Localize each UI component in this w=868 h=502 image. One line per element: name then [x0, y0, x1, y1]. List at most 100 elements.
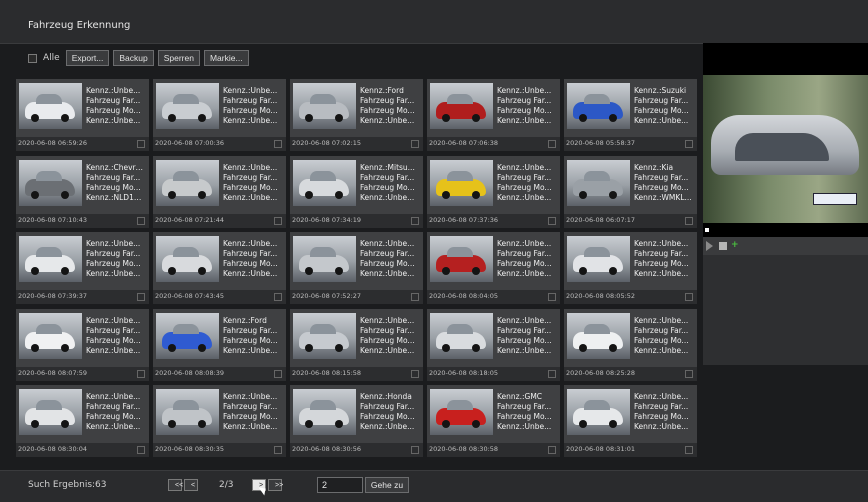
- vehicle-info: Kennz.:Unbe... Fahrzeug Far... Fahrzeug Mo…: [223, 163, 283, 203]
- tile-checkbox[interactable]: [685, 369, 693, 378]
- tile-checkbox[interactable]: [685, 446, 693, 454]
- result-tile[interactable]: Kennz.:Unbe... Fahrzeug Far... Fahrzeug Mo…: [427, 79, 560, 151]
- go-to-page-button[interactable]: Gehe zu: [365, 477, 409, 493]
- tile-checkbox[interactable]: [411, 293, 419, 301]
- result-tile[interactable]: Kennz.:Unbe... Fahrzeug Far... Fahrzeug Mo…: [290, 308, 423, 381]
- tile-footer: 2020-06-08 08:04:05: [427, 290, 560, 304]
- tile-checkbox[interactable]: [137, 216, 145, 225]
- tile-footer: 2020-06-08 08:05:52: [564, 290, 697, 304]
- export-button[interactable]: Export...: [65, 50, 110, 66]
- result-tile[interactable]: Kennz.:Unbe... Fahrzeug Far... Fahrzeug Mo…: [16, 232, 149, 304]
- add-icon[interactable]: +: [731, 240, 739, 250]
- tile-checkbox[interactable]: [274, 369, 282, 378]
- vehicle-model: Fahrzeug Mo...: [360, 335, 415, 345]
- tile-checkbox[interactable]: [548, 369, 556, 378]
- last-page-button[interactable]: >>: [268, 479, 283, 491]
- select-all-checkbox[interactable]: [28, 53, 37, 63]
- result-tile[interactable]: Kennz.:Unbe... Fahrzeug Far... Fahrzeug Mo…: [16, 79, 149, 151]
- wheel-icon: [609, 343, 617, 352]
- wheel-icon: [472, 343, 480, 352]
- result-tile[interactable]: Kennz.:Ford Fahrzeug Far... Fahrzeug Mo...…: [153, 308, 286, 381]
- wheel-icon: [442, 190, 450, 199]
- vehicle-info: Kennz.:Mitsu... Fahrzeug Far... Fahrzeug M…: [360, 163, 420, 203]
- prev-page-button[interactable]: <: [184, 479, 198, 491]
- result-tile[interactable]: Kennz.:Unbe... Fahrzeug Far... Fahrzeug Mo…: [153, 385, 286, 457]
- lock-button[interactable]: Sperren: [157, 50, 200, 66]
- timestamp: 2020-06-08 07:43:45: [155, 292, 225, 300]
- tile-footer: 2020-06-08 07:37:36: [427, 213, 560, 228]
- tile-checkbox[interactable]: [274, 216, 282, 225]
- vehicle-info: Kennz.:Unbe... Fahrzeug Far... Fahrzeug Mo…: [497, 316, 557, 356]
- result-tile[interactable]: Kennz.:Chevrolet Fahrzeug Far... Fahrzeug …: [16, 155, 149, 228]
- tile-checkbox[interactable]: [548, 293, 556, 301]
- preview-panel: +: [703, 43, 868, 365]
- result-tile[interactable]: Kennz.:GMC Fahrzeug Far... Fahrzeug Mo... K…: [427, 385, 560, 457]
- results-grid: Kennz.:Unbe... Fahrzeug Far... Fahrzeug Mo…: [16, 79, 700, 457]
- vehicle-info: Kennz.:Unbe... Fahrzeug Far... Fahrzeug Mo…: [497, 239, 557, 279]
- result-tile[interactable]: Kennz.:Unbe... Fahrzeug Far... Fahrzeug Mo…: [427, 308, 560, 381]
- vehicle-brand: Kennz.:WMKL...: [634, 192, 692, 202]
- vehicle-color: Fahrzeug Far...: [86, 96, 141, 105]
- tile-checkbox[interactable]: [548, 140, 556, 148]
- tile-checkbox[interactable]: [548, 446, 556, 454]
- vehicle-thumbnail: [430, 236, 493, 282]
- stop-icon[interactable]: [719, 242, 727, 250]
- result-tile[interactable]: Kennz.:Mitsu... Fahrzeug Far... Fahrzeug M…: [290, 155, 423, 228]
- tile-checkbox[interactable]: [137, 446, 145, 454]
- page-number-input[interactable]: [317, 477, 363, 493]
- result-tile[interactable]: Kennz.:Unbe... Fahrzeug Far... Fahrzeug Mo…: [290, 232, 423, 304]
- wheel-icon: [198, 114, 206, 122]
- tile-checkbox[interactable]: [548, 216, 556, 225]
- tile-checkbox[interactable]: [274, 140, 282, 148]
- play-icon[interactable]: [706, 241, 713, 251]
- timestamp: 2020-06-08 07:39:37: [18, 292, 88, 300]
- result-tile[interactable]: Kennz.:Kia Fahrzeug Far... Fahrzeug Mo... K…: [564, 155, 697, 228]
- tile-checkbox[interactable]: [137, 140, 145, 148]
- result-tile[interactable]: Kennz.:Unbe... Fahrzeug Far... Fahrzeug Mo…: [564, 232, 697, 304]
- preview-license-plate: [813, 193, 857, 205]
- wheel-icon: [31, 114, 39, 122]
- result-tile[interactable]: Kennz.:Unbe... Fahrzeug Far... Fahrzeug Mo…: [153, 79, 286, 151]
- vehicle-brand: Kennz.:Unbe...: [497, 269, 552, 278]
- result-tile[interactable]: Kennz.:Unbe... Fahrzeug Far... Fahrzeug Mo…: [16, 385, 149, 457]
- vehicle-plate: Kennz.:Unbe...: [634, 392, 689, 401]
- tile-checkbox[interactable]: [411, 369, 419, 378]
- result-tile[interactable]: Kennz.:Unbe... Fahrzeug Far... Fahrzeug Mo…: [153, 155, 286, 228]
- vehicle-plate: Kennz.:Unbe...: [497, 315, 552, 325]
- result-tile[interactable]: Kennz.:Ford Fahrzeug Far... Fahrzeug Mo...…: [290, 79, 423, 151]
- timestamp: 2020-06-08 07:34:19: [292, 215, 362, 224]
- vehicle-thumbnail: [156, 159, 219, 206]
- result-tile[interactable]: Kennz.:Honda Fahrzeug Far... Fahrzeug Mo..…: [290, 385, 423, 457]
- result-tile[interactable]: Kennz.:Unbe... Fahrzeug Far... Fahrzeug Mo…: [564, 308, 697, 381]
- result-tile[interactable]: Kennz.:Unbe... Fahrzeug Far... Fahrzeug Mo…: [564, 385, 697, 457]
- timestamp: 2020-06-08 08:05:52: [566, 292, 636, 300]
- first-page-button[interactable]: <<: [168, 479, 183, 491]
- tile-footer: 2020-06-08 08:08:39: [153, 366, 286, 381]
- result-tile[interactable]: Kennz.:Unbe... Fahrzeug Far... Fahrzeug Mo…: [153, 232, 286, 304]
- result-tile[interactable]: Kennz.:Suzuki Fahrzeug Far... Fahrzeug Mo.…: [564, 79, 697, 151]
- tile-checkbox[interactable]: [137, 369, 145, 378]
- wheel-icon: [31, 190, 39, 199]
- tile-checkbox[interactable]: [274, 293, 282, 301]
- mark-button[interactable]: Markie...: [203, 50, 249, 66]
- vehicle-plate: Kennz.:Unbe...: [497, 86, 552, 95]
- timestamp: 2020-06-08 07:21:44: [155, 215, 225, 224]
- tile-checkbox[interactable]: [411, 446, 419, 454]
- timestamp: 2020-06-08 08:30:35: [155, 445, 225, 453]
- result-tile[interactable]: Kennz.:Unbe... Fahrzeug Far... Fahrzeug Mo…: [16, 308, 149, 381]
- tile-checkbox[interactable]: [685, 140, 693, 148]
- timestamp: 2020-06-08 08:30:58: [429, 445, 499, 453]
- tile-checkbox[interactable]: [137, 293, 145, 301]
- tile-checkbox[interactable]: [685, 216, 693, 225]
- vehicle-info: Kennz.:Unbe... Fahrzeug Far... Fahrzeug Mo…: [634, 392, 694, 432]
- tile-checkbox[interactable]: [411, 140, 419, 148]
- tile-checkbox[interactable]: [411, 216, 419, 225]
- result-tile[interactable]: Kennz.:Unbe... Fahrzeug Far... Fahrzeug Mo…: [427, 232, 560, 304]
- backup-button[interactable]: Backup: [113, 50, 154, 66]
- vehicle-thumbnail: [430, 159, 493, 206]
- result-tile[interactable]: Kennz.:Unbe... Fahrzeug Far... Fahrzeug Mo…: [427, 155, 560, 228]
- tile-checkbox[interactable]: [274, 446, 282, 454]
- tile-footer: 2020-06-08 08:30:35: [153, 443, 286, 457]
- preview-progress-bar[interactable]: [703, 223, 868, 237]
- tile-checkbox[interactable]: [685, 293, 693, 301]
